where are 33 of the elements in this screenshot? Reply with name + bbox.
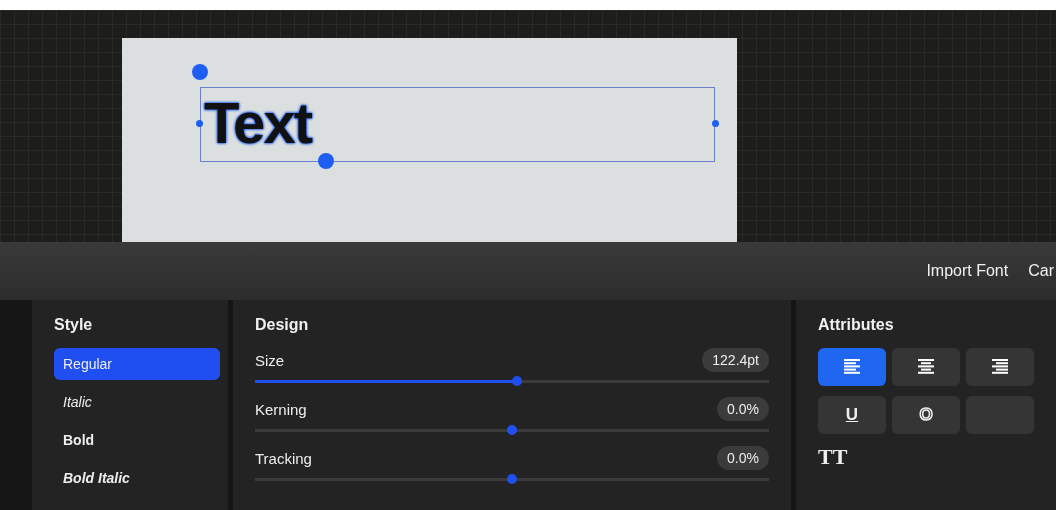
value-reading[interactable]: 0.0%	[717, 397, 769, 421]
slider-thumb[interactable]	[507, 474, 517, 484]
style-option[interactable]: Italic	[54, 386, 220, 418]
panel-title: Attributes	[818, 316, 895, 334]
style-option[interactable]: Bold Italic	[54, 462, 220, 494]
align-right-icon	[991, 359, 1009, 375]
style-option[interactable]: Regular	[54, 348, 220, 380]
align-button[interactable]	[892, 348, 960, 386]
text-style-button[interactable]: O	[892, 396, 960, 434]
selection-box[interactable]	[200, 87, 715, 162]
resize-handle[interactable]	[192, 64, 208, 80]
resize-handle[interactable]	[712, 120, 719, 127]
canvas-text[interactable]: Text	[204, 89, 311, 156]
align-button[interactable]	[818, 348, 886, 386]
toolbar-button[interactable]: Import Font	[926, 262, 1009, 280]
align-center-icon	[917, 359, 935, 375]
value-reading[interactable]: 0.0%	[717, 446, 769, 470]
value-reading[interactable]: 122.4pt	[702, 348, 769, 372]
align-button[interactable]	[966, 348, 1034, 386]
slider-label: Kerning	[255, 400, 307, 418]
align-left-icon	[843, 359, 861, 375]
text-style-button[interactable]: U	[818, 396, 886, 434]
slider-thumb[interactable]	[507, 425, 517, 435]
resize-handle[interactable]	[196, 120, 203, 127]
panel-title: Design	[255, 316, 310, 334]
panel-title: Style	[54, 316, 94, 334]
case-label[interactable]: TT	[818, 444, 1034, 470]
toolbar-button[interactable]: Car	[1028, 262, 1054, 280]
slider-label: Size	[255, 351, 285, 369]
resize-handle[interactable]	[318, 153, 334, 169]
slider-thumb[interactable]	[512, 376, 523, 386]
style-option[interactable]: Bold	[54, 424, 220, 456]
slider-label: Tracking	[255, 449, 312, 467]
